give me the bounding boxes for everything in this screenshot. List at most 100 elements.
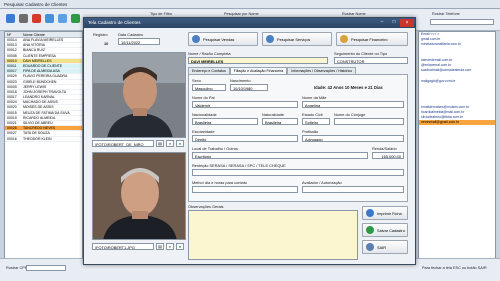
search-icon-2[interactable]: ⌕: [166, 243, 174, 250]
minimize-icon[interactable]: –: [377, 19, 387, 27]
client-row[interactable]: 00016 THEODOR KLEIN: [5, 137, 82, 142]
pai-field[interactable]: Valdemir: [192, 101, 298, 108]
observacoes-label: Observações Gerais: [188, 204, 224, 209]
finance-icon: [340, 35, 348, 43]
observacoes-textarea[interactable]: [188, 210, 358, 260]
search-icon[interactable]: ⌕: [166, 140, 174, 147]
excel-icon[interactable]: [71, 14, 80, 23]
pesquisar-servicos-button[interactable]: Pesquisar Serviços: [262, 32, 332, 46]
services-icon: [266, 35, 274, 43]
client-row-name: THEODOR KLEIN: [23, 136, 52, 141]
imprimir-ficha-button[interactable]: Imprimir Ficha: [362, 206, 408, 220]
salvar-cadastro-button[interactable]: Salvar Cadastro: [362, 223, 408, 237]
rostrar-telefone-label: Rostrar Telefone: [432, 12, 460, 16]
estado-civil-label: Estado Civil: [302, 112, 323, 117]
melhor-dia-field[interactable]: [192, 186, 298, 193]
pesquisar-vendas-button[interactable]: Pesquisar Vendas: [188, 32, 258, 46]
segmento-label: Seguimento do Cliente ou Tipo: [334, 51, 388, 56]
dialog-title-bar: Tela Cadastro de Clientes – □ ×: [84, 18, 415, 28]
client-row-number: 00024: [7, 100, 17, 105]
rostrar-nome-label: Rostrar Nome: [342, 12, 366, 16]
nascimento-field[interactable]: 10/10/1980: [230, 84, 268, 91]
rostrar-cpf-input[interactable]: [26, 265, 66, 271]
local-trabalho-label: Local de Trabalho / Outros: [192, 146, 238, 151]
client-row-name: ANA VITÓRIA: [23, 43, 45, 48]
folder-icon-2[interactable]: ▤: [156, 243, 164, 250]
client-row-name: SILVIO DE ABREU: [23, 121, 53, 125]
sexo-select[interactable]: Masculino: [192, 84, 226, 91]
delete-icon[interactable]: [32, 14, 41, 23]
print-icon[interactable]: [19, 14, 28, 23]
clients-list[interactable]: Nº Nome Cliente 00014 ANA FLAVIA MEIRELLE…: [4, 31, 83, 271]
mae-field[interactable]: Angelina: [302, 101, 404, 108]
contacts-list[interactable]: Email <<< > gmail.com.br mineladoranalfani…: [418, 31, 496, 271]
salvar-cadastro-label: Salvar Cadastro: [377, 227, 405, 233]
col-nome[interactable]: Nome Cliente: [21, 32, 47, 37]
foto2-path-field[interactable]: \FOTO\ROBERT1.JPG: [92, 243, 154, 250]
refresh-icon[interactable]: [58, 14, 67, 23]
client-row-number: 00012: [7, 48, 17, 53]
pesquisar-vendas-label: Pesquisar Vendas: [203, 36, 235, 42]
client-row-number: 00016: [7, 136, 17, 141]
naturalidade-field[interactable]: Brasileira: [262, 118, 298, 125]
restricao-label: Restrição SERASA / SERASA / SPC / TELE C…: [192, 163, 286, 168]
estado-civil-select[interactable]: Solteiro: [302, 118, 330, 125]
pesquisar-nome-label: Pesquisar por Nome: [224, 12, 259, 16]
tab-filiacao[interactable]: Filiação e Avaliação Financeira: [229, 67, 288, 74]
nome-field[interactable]: DAVI MEIRELLES: [188, 57, 328, 64]
conjuge-field[interactable]: [334, 118, 404, 125]
client-row-number: 00029: [7, 74, 17, 79]
nacionalidade-field[interactable]: Brasileira: [192, 118, 258, 125]
avaliador-label: Avaliador / Autorização: [302, 180, 342, 185]
client-row-name: MOISÉS DE ASSIS: [23, 105, 54, 110]
data-cadastro-label: Data Cadastro: [118, 32, 144, 37]
data-cadastro-field[interactable]: 10/11/2022: [118, 38, 160, 45]
segmento-select[interactable]: CONSTRUTOR: [334, 57, 408, 64]
pesquisar-financeiro-button[interactable]: Pesquisar Financeiro: [336, 32, 408, 46]
client-row-number: 00021: [7, 121, 17, 125]
rostrar-telefone-input[interactable]: [430, 19, 494, 25]
client-row-name: LEANDRO KARNAL: [23, 95, 55, 100]
contacts-list-rows: Email <<< > gmail.com.br mineladoranalfani…: [419, 32, 495, 136]
client-row-number: 00017: [7, 69, 17, 74]
avaliador-field[interactable]: [302, 186, 404, 193]
registro-value: 10: [104, 41, 109, 46]
renda-field[interactable]: 165.000,00: [372, 152, 404, 159]
local-trabalho-field[interactable]: Escritorio: [192, 152, 368, 159]
client-row-name: BIANCA RUIZ: [23, 48, 45, 53]
tab-informacoes[interactable]: Informações / Observações / Histórico: [287, 67, 357, 74]
print-icon-dialog: [366, 209, 374, 217]
photo-portrait-1: [93, 53, 185, 137]
sair-button[interactable]: SAIR: [362, 240, 408, 254]
client-row-number: 00017: [7, 95, 17, 100]
client-row-name: TANCREDO NEVES: [23, 126, 56, 131]
idade-text: Idade: 42 Anos 10 Meses e 21 Dias: [314, 85, 383, 90]
sales-icon: [192, 35, 200, 43]
nascimento-label: Nascimento: [230, 78, 251, 83]
client-photo-1: [92, 52, 186, 138]
camera-icon[interactable]: ●: [176, 140, 184, 147]
folder-icon[interactable]: ▤: [156, 140, 164, 147]
close-icon[interactable]: ×: [400, 19, 414, 27]
tab-bar: Endereço e Contatos Filiação e Avaliação…: [188, 67, 357, 74]
new-icon[interactable]: [6, 14, 15, 23]
client-row-name: FIPA DE ALMEIDA ASA: [23, 69, 60, 74]
client-row-name: JERRY LEWIS: [23, 84, 47, 89]
client-row-number: 00023: [7, 79, 17, 84]
edit-icon[interactable]: [45, 14, 54, 23]
client-row-number: 00013: [7, 43, 17, 48]
client-row-number: 00018: [7, 89, 17, 94]
dialog-title: Tela Cadastro de Clientes: [88, 20, 141, 25]
camera-icon-2[interactable]: ●: [176, 243, 184, 250]
restricao-field[interactable]: [192, 169, 404, 176]
foto1-path-field[interactable]: \FOTO\ROBERT_DE_NIRO: [92, 140, 154, 147]
client-row-name: FLAVIO PEREIRA GUADRA: [23, 74, 68, 79]
profissao-field[interactable]: Advogado: [302, 135, 404, 142]
col-numero[interactable]: Nº: [5, 32, 21, 37]
contact-row[interactable]: [419, 131, 495, 136]
client-row-name: GISELE BÜNDCHEN: [23, 79, 57, 84]
tab-endereco[interactable]: Endereço e Contatos: [188, 67, 230, 74]
client-row-name: RICARDO ALMEIDA: [23, 115, 56, 120]
maximize-icon[interactable]: □: [389, 19, 399, 27]
escolaridade-field[interactable]: Direito: [192, 135, 298, 142]
